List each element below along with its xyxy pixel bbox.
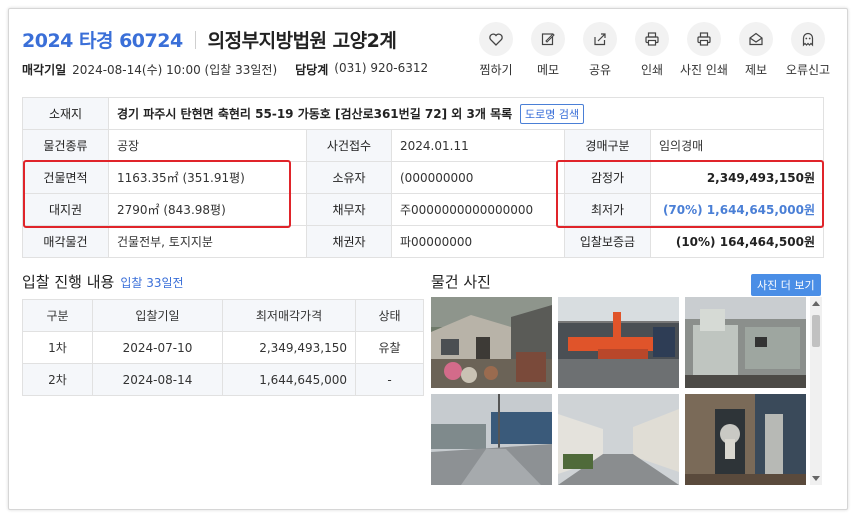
case-number: 2024 타경 60724 — [22, 30, 183, 52]
appraisal-label: 감정가 — [564, 161, 651, 194]
property-photo[interactable] — [431, 297, 552, 388]
land-right-label: 대지권 — [22, 193, 109, 226]
date-cell: 2024-08-14 — [92, 363, 223, 396]
report-mail-icon — [749, 32, 763, 46]
property-photo[interactable] — [558, 297, 679, 388]
error-report-button[interactable]: 오류신고 — [782, 22, 834, 78]
photo-grid — [431, 297, 809, 485]
property-info-table: 소재지 경기 파주시 탄현면 축현리 55-19 가동호 [검산로361번길 7… — [22, 97, 825, 258]
ghost-icon — [802, 32, 814, 47]
print-label: 인쇄 — [640, 63, 664, 77]
land-right-value: 2790㎡ (843.98평) — [108, 193, 307, 226]
report-button[interactable]: 제보 — [730, 22, 782, 78]
status-cell: - — [355, 363, 424, 396]
scroll-thumb[interactable] — [812, 315, 820, 347]
appraisal-value: 2,349,493,150원 — [649, 161, 825, 194]
creditor-label: 채권자 — [306, 225, 392, 258]
photo-print-icon — [697, 32, 711, 46]
min-price-label: 최저가 — [564, 193, 651, 226]
building-area-label: 건물면적 — [22, 161, 109, 194]
memo-icon — [541, 33, 555, 46]
property-photo[interactable] — [685, 297, 806, 388]
table-row: 소재지 경기 파주시 탄현면 축현리 55-19 가동호 [검산로361번길 7… — [22, 97, 825, 130]
property-photo[interactable] — [685, 394, 806, 485]
table-row: 건물면적 1163.35㎡ (351.91평) 소유자 (000000000 감… — [22, 161, 825, 194]
bid-history-title: 입찰 진행 내용 — [22, 273, 115, 291]
favorite-button[interactable]: 찜하기 — [470, 22, 522, 78]
action-toolbar: 찜하기 메모 공유 인쇄 사진 인쇄 제보 오류신고 — [470, 22, 834, 78]
round-cell: 1차 — [22, 331, 93, 364]
type-label: 물건종류 — [22, 129, 109, 162]
auction-kind-value: 임의경매 — [649, 129, 825, 162]
table-row: 2차 2024-08-14 1,644,645,000 - — [22, 363, 424, 396]
road-name-search-button[interactable]: 도로명 검색 — [519, 103, 585, 124]
auction-kind-label: 경매구분 — [564, 129, 651, 162]
col-status: 상태 — [355, 299, 424, 332]
col-min-price: 최저매각가격 — [222, 299, 356, 332]
memo-label: 메모 — [536, 63, 560, 77]
round-cell: 2차 — [22, 363, 93, 396]
table-row: 매각물건 건물전부, 토지지분 채권자 파00000000 입찰보증금 (10%… — [22, 225, 825, 258]
property-photo[interactable] — [431, 394, 552, 485]
sale-item-value: 건물전부, 토지지분 — [108, 225, 307, 258]
received-label: 사건접수 — [306, 129, 392, 162]
creditor-value: 파00000000 — [391, 225, 565, 258]
sale-date-label: 매각기일 — [22, 63, 67, 77]
error-report-label: 오류신고 — [785, 63, 831, 77]
owner-value: (000000000 — [391, 161, 565, 194]
dept-label: 담당계 — [295, 63, 329, 77]
bid-history-title-wrap: 입찰 진행 내용 입찰 33일전 — [22, 271, 184, 292]
sale-info-line: 매각기일 2024-08-14(수) 10:00 (입찰 33일전) 담당계 (… — [22, 61, 428, 78]
property-photo[interactable] — [558, 394, 679, 485]
dept-phone: (031) 920-6312 — [334, 61, 429, 75]
photo-scrollbar[interactable] — [810, 297, 822, 485]
status-cell: 유찰 — [355, 331, 424, 364]
debtor-label: 채무자 — [306, 193, 392, 226]
sale-item-label: 매각물건 — [22, 225, 109, 258]
location-cell: 경기 파주시 탄현면 축현리 55-19 가동호 [검산로361번길 72] 외… — [107, 97, 825, 130]
memo-button[interactable]: 메모 — [522, 22, 574, 78]
scroll-up-icon[interactable] — [812, 301, 820, 306]
photo-print-button[interactable]: 사진 인쇄 — [678, 22, 730, 78]
heart-icon — [489, 33, 503, 46]
min-price-value: (70%) 1,644,645,000원 — [649, 193, 825, 226]
table-row: 1차 2024-07-10 2,349,493,150 유찰 — [22, 331, 424, 364]
deposit-value: (10%) 164,464,500원 — [649, 225, 825, 258]
deposit-label: 입찰보증금 — [564, 225, 651, 258]
received-value: 2024.01.11 — [391, 129, 565, 162]
bid-history-subtitle: 입찰 33일전 — [120, 276, 184, 290]
debtor-value: 주0000000000000000 — [391, 193, 565, 226]
favorite-label: 찜하기 — [479, 63, 513, 77]
share-button[interactable]: 공유 — [574, 22, 626, 78]
report-label: 제보 — [744, 63, 768, 77]
share-icon — [594, 33, 606, 46]
print-button[interactable]: 인쇄 — [626, 22, 678, 78]
sale-date-value: 2024-08-14(수) 10:00 (입찰 33일전) — [72, 63, 278, 77]
court-name: 의정부지방법원 고양2계 — [207, 30, 397, 52]
owner-label: 소유자 — [306, 161, 392, 194]
location-value: 경기 파주시 탄현면 축현리 55-19 가동호 [검산로361번길 72] 외… — [117, 106, 513, 121]
photos-title: 물건 사진 — [431, 273, 491, 291]
print-icon — [645, 32, 659, 46]
location-label: 소재지 — [22, 97, 109, 130]
table-row: 대지권 2790㎡ (843.98평) 채무자 주000000000000000… — [22, 193, 825, 226]
type-value: 공장 — [108, 129, 307, 162]
date-cell: 2024-07-10 — [92, 331, 223, 364]
bid-history-table: 구분 입찰기일 최저매각가격 상태 1차 2024-07-10 2,349,49… — [22, 299, 424, 396]
col-date: 입찰기일 — [92, 299, 223, 332]
col-round: 구분 — [22, 299, 93, 332]
share-label: 공유 — [588, 63, 612, 77]
table-header-row: 구분 입찰기일 최저매각가격 상태 — [22, 299, 424, 332]
building-area-value: 1163.35㎡ (351.91평) — [108, 161, 307, 194]
more-photos-button[interactable]: 사진 더 보기 — [751, 274, 821, 296]
price-cell: 2,349,493,150 — [222, 331, 356, 364]
table-row: 물건종류 공장 사건접수 2024.01.11 경매구분 임의경매 — [22, 129, 825, 162]
case-header: 2024 타경 60724 의정부지방법원 고양2계 — [22, 26, 397, 53]
price-cell: 1,644,645,000 — [222, 363, 356, 396]
scroll-down-icon[interactable] — [812, 476, 820, 481]
header-divider — [194, 30, 196, 49]
photo-print-label: 사진 인쇄 — [680, 63, 728, 77]
